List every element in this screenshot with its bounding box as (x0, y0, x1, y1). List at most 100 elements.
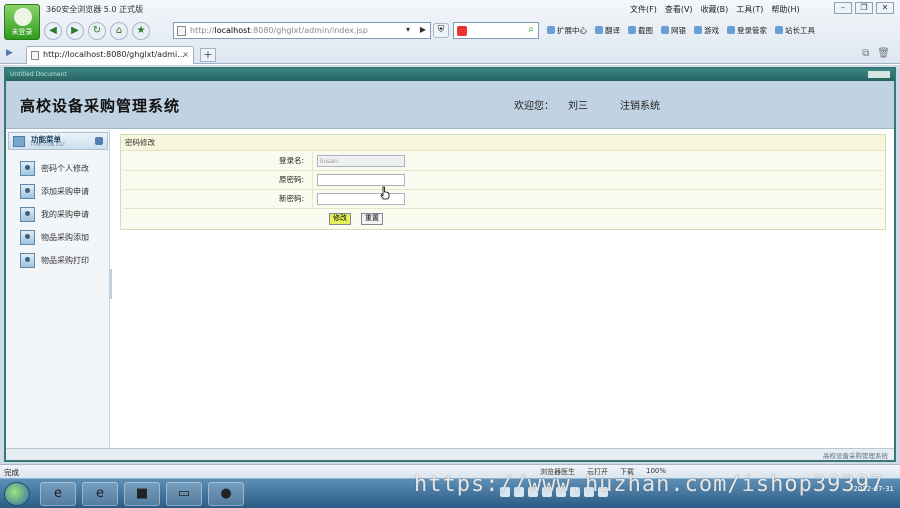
old-password-field[interactable] (317, 174, 405, 186)
window-controls: – ❐ ✕ (834, 2, 894, 14)
tab-title: http://localhost:8080/ghglxt/admi... (43, 50, 185, 59)
user-icon (20, 183, 35, 199)
username-field[interactable] (317, 155, 405, 167)
app-frame: Untitled Document 高校设备采购管理系统 欢迎您： 刘三 注销系… (4, 67, 896, 462)
user-icon (20, 160, 35, 176)
menu-icon (13, 136, 25, 147)
address-bar[interactable]: http://localhost:8080/ghglxt/admin/index… (173, 22, 431, 39)
username-label: 登录名: (123, 152, 313, 170)
app-footer: 高校设备采购管理系统 (6, 448, 894, 460)
browser-login-button[interactable]: 未登录 (4, 4, 40, 40)
tab-tools: ⧉ 🗑 (862, 48, 890, 59)
restore-icon[interactable]: ❐ (855, 2, 873, 14)
page-viewport: Untitled Document 高校设备采购管理系统 欢迎您： 刘三 注销系… (0, 65, 900, 464)
go-icon[interactable]: ▶ (420, 25, 426, 34)
window-title: 360安全浏览器 5.0 正式版 (46, 5, 144, 14)
new-password-label: 新密码: (123, 190, 313, 208)
titlebar-controls[interactable] (868, 71, 890, 78)
eclipse-icon[interactable]: ● (208, 482, 244, 506)
footer-text: 高校设备采购管理系统 (823, 452, 888, 460)
start-button[interactable] (4, 482, 30, 506)
user-icon (20, 229, 35, 245)
avatar (14, 8, 32, 26)
tab-list-icon[interactable]: ⧉ (862, 48, 869, 59)
page-title: 高校设备采购管理系统 (20, 97, 181, 115)
page-icon (31, 51, 39, 60)
main-content: 密码修改 登录名: 原密码: 新密码: 修改 重置 (112, 130, 894, 448)
trash-icon[interactable]: 🗑 (877, 48, 890, 59)
search-engine-icon[interactable] (457, 26, 467, 36)
app-red-icon[interactable]: ■ (124, 482, 160, 506)
tab-close-icon[interactable]: × (182, 47, 189, 63)
menu-help[interactable]: 帮助(H) (771, 4, 799, 15)
sidebar-toggle-icon[interactable]: ▶ (6, 48, 13, 58)
hand-cursor-icon (380, 186, 390, 200)
webmaster-tools-button[interactable]: 站长工具 (775, 25, 815, 36)
submit-button[interactable]: 修改 (329, 213, 351, 225)
browser-chrome: 未登录 360安全浏览器 5.0 正式版 文件(F) 查看(V) 收藏(B) 工… (0, 0, 900, 64)
nav-buttons: ◀ ▶ ↻ ⌂ ★ (44, 21, 150, 41)
tab-strip: ▶ http://localhost:8080/ghglxt/admi... ×… (0, 44, 900, 64)
screenshot-button[interactable]: 截图 (628, 25, 653, 36)
close-icon[interactable]: ✕ (876, 2, 894, 14)
new-tab-button[interactable]: + (200, 48, 216, 62)
logout-link[interactable]: 注销系统 (620, 97, 660, 112)
sidebar-item-label: 物品采购添加 (41, 232, 89, 242)
menu-file[interactable]: 文件(F) (630, 4, 657, 15)
browser-menu: 文件(F) 查看(V) 收藏(B) 工具(T) 帮助(H) (630, 4, 800, 15)
extension-center-button[interactable]: 扩展中心 (547, 25, 587, 36)
sidebar-item-add-purchase-request[interactable]: 添加采购申请 (20, 182, 89, 200)
app-titlebar: Untitled Document (6, 69, 894, 81)
browser-360-icon[interactable]: e (40, 482, 76, 506)
sidebar-item-my-purchase-requests[interactable]: 我的采购申请 (20, 205, 89, 223)
translate-button[interactable]: 翻译 (595, 25, 620, 36)
games-button[interactable]: 游戏 (694, 25, 719, 36)
forward-icon[interactable]: ▶ (66, 22, 84, 40)
menu-favorites[interactable]: 收藏(B) (701, 4, 729, 15)
home-icon[interactable]: ⌂ (110, 22, 128, 40)
sidebar-header: 功能菜单 FUNCTION LIST (8, 132, 108, 150)
menu-view[interactable]: 查看(V) (665, 4, 693, 15)
search-icon[interactable]: ⌕ (528, 24, 534, 35)
old-password-label: 原密码: (123, 171, 313, 189)
sidebar-item-add-item-purchase[interactable]: 物品采购添加 (20, 228, 89, 246)
browser-toolbar: 扩展中心 翻译 截图 网银 游戏 登录管家 站长工具 (547, 25, 815, 36)
tab-active[interactable]: http://localhost:8080/ghglxt/admi... × (26, 46, 194, 64)
ie-icon[interactable]: e (82, 482, 118, 506)
back-icon[interactable]: ◀ (44, 22, 62, 40)
app-window-title: Untitled Document (10, 71, 67, 78)
sidebar-item-label: 物品采购打印 (41, 255, 89, 265)
folder-icon[interactable]: ▭ (166, 482, 202, 506)
sidebar-item-label: 密码个人修改 (41, 163, 89, 173)
page-icon (177, 26, 186, 36)
user-icon (20, 252, 35, 268)
login-label: 未登录 (11, 28, 33, 36)
password-form-panel: 密码修改 登录名: 原密码: 新密码: 修改 重置 (120, 134, 886, 230)
sidebar-item-change-password[interactable]: 密码个人修改 (20, 159, 89, 177)
search-input[interactable]: ⌕ (453, 22, 539, 39)
welcome-text: 欢迎您： (514, 101, 554, 112)
shield-icon[interactable]: ⛨ (433, 23, 449, 38)
username-text: 刘三 (568, 101, 588, 112)
refresh-icon[interactable]: ↻ (88, 22, 106, 40)
reset-button[interactable]: 重置 (361, 213, 383, 225)
collapse-icon[interactable] (95, 137, 103, 145)
sidebar-item-print-item-purchase[interactable]: 物品采购打印 (20, 251, 89, 269)
form-title: 密码修改 (121, 135, 885, 151)
new-password-field[interactable] (317, 193, 405, 205)
login-manager-button[interactable]: 登录管家 (727, 25, 767, 36)
minimize-icon[interactable]: – (834, 2, 852, 14)
address-text: http://localhost:8080/ghglxt/admin/index… (190, 26, 368, 35)
sidebar-item-label: 添加采购申请 (41, 186, 89, 196)
menu-tools[interactable]: 工具(T) (736, 4, 763, 15)
form-row-username: 登录名: (123, 152, 883, 171)
status-text: 完成 (4, 468, 19, 477)
app-header: 高校设备采购管理系统 欢迎您： 刘三 注销系统 (6, 81, 894, 129)
sidebar-item-label: 我的采购申请 (41, 209, 89, 219)
chevron-down-icon[interactable]: ▾ (406, 25, 410, 34)
bank-button[interactable]: 网银 (661, 25, 686, 36)
favorite-star-icon[interactable]: ★ (132, 22, 150, 40)
form-row-old-password: 原密码: (123, 171, 883, 190)
user-icon (20, 206, 35, 222)
sidebar-subtitle: FUNCTION LIST (31, 143, 66, 148)
